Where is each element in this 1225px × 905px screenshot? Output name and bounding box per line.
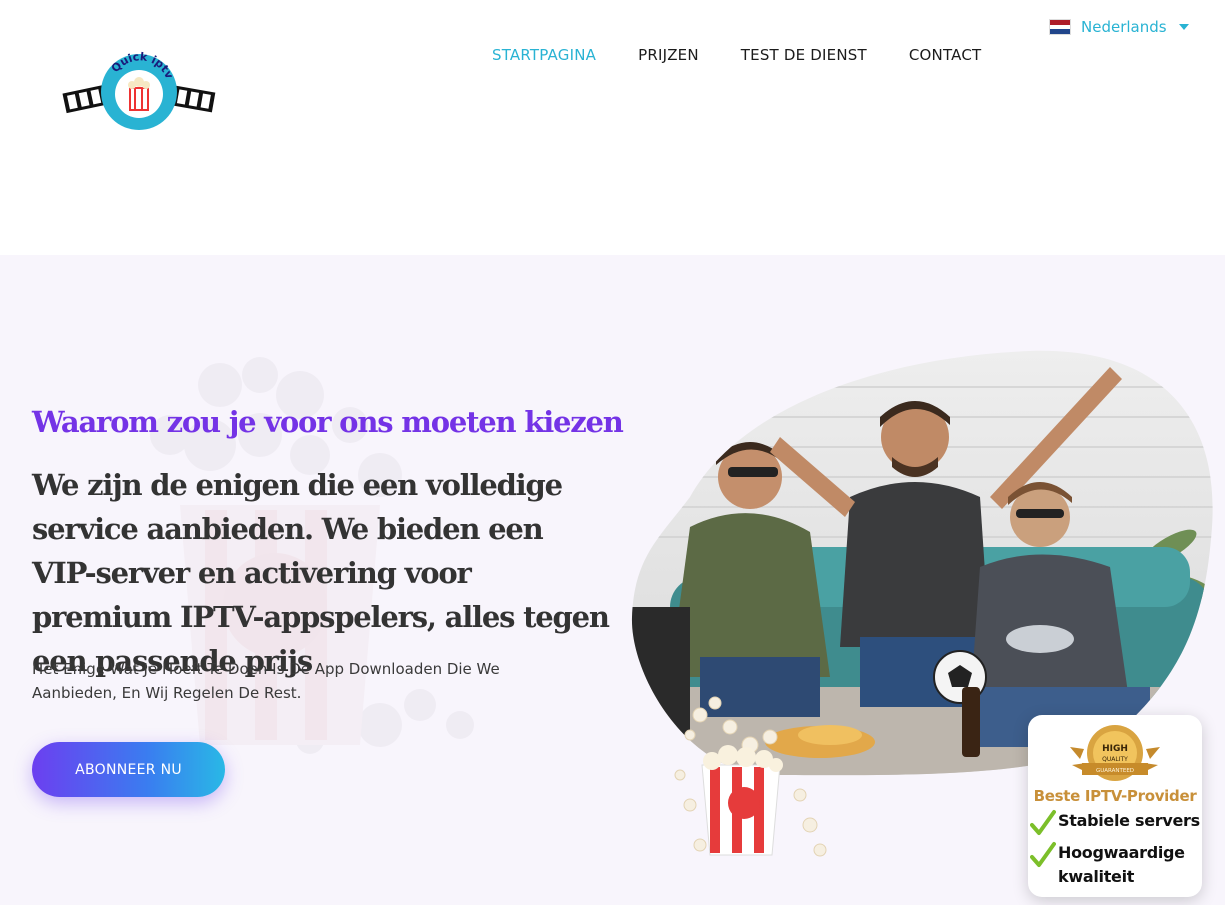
nav-contact[interactable]: CONTACT [909,46,982,64]
subscribe-button[interactable]: ABONNEER NU [32,742,225,797]
badge-item-label: Stabiele servers [1058,811,1200,830]
badge-item-stable-servers: Stabiele servers [1030,809,1200,837]
check-icon [1030,810,1056,835]
medal-icon: HIGH QUALITY GUARANTEED [1070,725,1160,781]
hero-headline: We zijn de enigen die een volledige serv… [32,468,610,678]
badge-item-label: Hoogwaardige kwaliteit [1058,843,1185,886]
quality-badge: HIGH QUALITY GUARANTEED Beste IPTV-Provi… [1028,715,1202,897]
nav-test-de-dienst[interactable]: TEST DE DIENST [741,46,867,64]
medal-line-1: HIGH [1102,744,1128,754]
medal-line-2: QUALITY [1102,756,1128,763]
nav-startpagina[interactable]: STARTPAGINA [492,46,596,64]
badge-title: Beste IPTV-Provider [1033,787,1197,805]
medal-line-3: GUARANTEED [1096,768,1134,774]
caret-down-icon [1178,24,1189,30]
language-selector[interactable]: Nederlands [1049,18,1189,36]
nav-prijzen[interactable]: PRIJZEN [638,46,699,64]
section-subtitle: Waarom zou je voor ons moeten kiezen [32,405,624,440]
hero-description: Het Enige Wat Je Hoeft Te Doen Is De App… [32,660,500,702]
check-icon [1030,842,1056,867]
language-label: Nederlands [1081,18,1167,36]
main-nav: STARTPAGINA PRIJZEN TEST DE DIENST CONTA… [492,46,981,64]
quick-iptv-logo-icon[interactable]: Quick iptv [62,48,216,136]
badge-item-high-quality: Hoogwaardige kwaliteit [1030,841,1190,889]
site-header: Quick iptv STARTPAGINA PRIJZEN TEST DE D… [0,0,1225,255]
popcorn-box-icon [674,696,827,857]
hero-section: Waarom zou je voor ons moeten kiezen We … [0,255,1225,905]
netherlands-flag-icon [1049,19,1071,35]
